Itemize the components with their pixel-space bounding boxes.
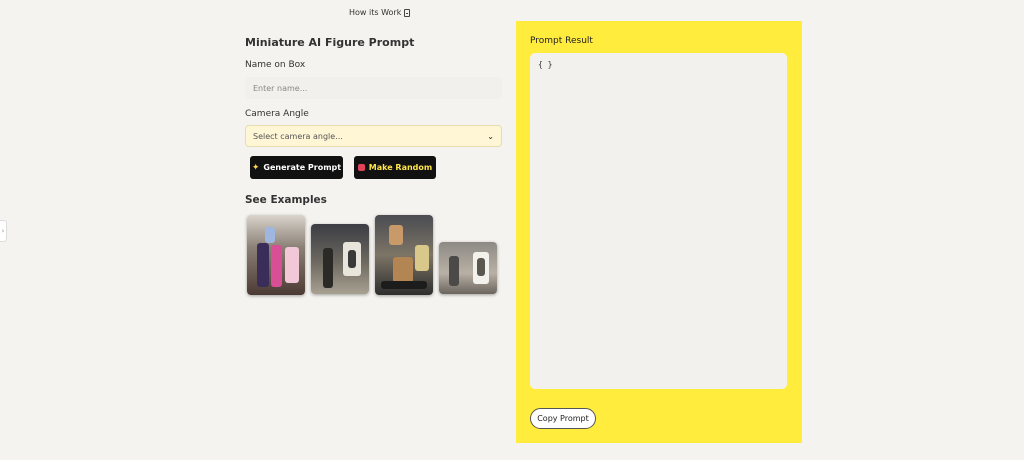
make-random-label: Make Random — [368, 163, 433, 172]
page-title: Miniature AI Figure Prompt — [245, 36, 415, 49]
dice-icon — [357, 164, 365, 171]
camera-angle-select[interactable]: Select camera angle... ⌄ — [245, 125, 502, 147]
name-label: Name on Box — [245, 60, 306, 70]
name-input[interactable] — [245, 77, 502, 99]
chevron-down-icon: ⌄ — [487, 131, 494, 141]
how-link-label: How its Work — [349, 8, 402, 17]
prompt-result-output[interactable]: { } — [530, 53, 787, 389]
sparkle-icon: ✦ — [251, 162, 260, 173]
sidebar-toggle-button[interactable]: › — [0, 220, 7, 242]
prompt-result-content: { } — [538, 60, 553, 69]
example-image-2[interactable] — [311, 224, 369, 294]
camera-angle-label: Camera Angle — [245, 109, 309, 119]
generate-prompt-label: Generate Prompt — [263, 163, 342, 172]
document-icon — [404, 8, 411, 17]
how-it-works-link[interactable]: How its Work — [349, 8, 411, 17]
examples-heading: See Examples — [245, 194, 327, 206]
prompt-result-panel: Prompt Result { } Copy Prompt — [516, 21, 802, 443]
example-image-1[interactable] — [247, 215, 305, 295]
generate-prompt-button[interactable]: ✦ Generate Prompt — [250, 156, 343, 179]
copy-prompt-label: Copy Prompt — [537, 414, 589, 423]
example-image-3[interactable] — [375, 215, 433, 295]
make-random-button[interactable]: Make Random — [354, 156, 436, 179]
copy-prompt-button[interactable]: Copy Prompt — [530, 408, 596, 429]
prompt-result-title: Prompt Result — [530, 36, 593, 46]
camera-angle-value: Select camera angle... — [253, 131, 343, 141]
example-image-4[interactable] — [439, 242, 497, 294]
chevron-right-icon: › — [1, 227, 5, 235]
